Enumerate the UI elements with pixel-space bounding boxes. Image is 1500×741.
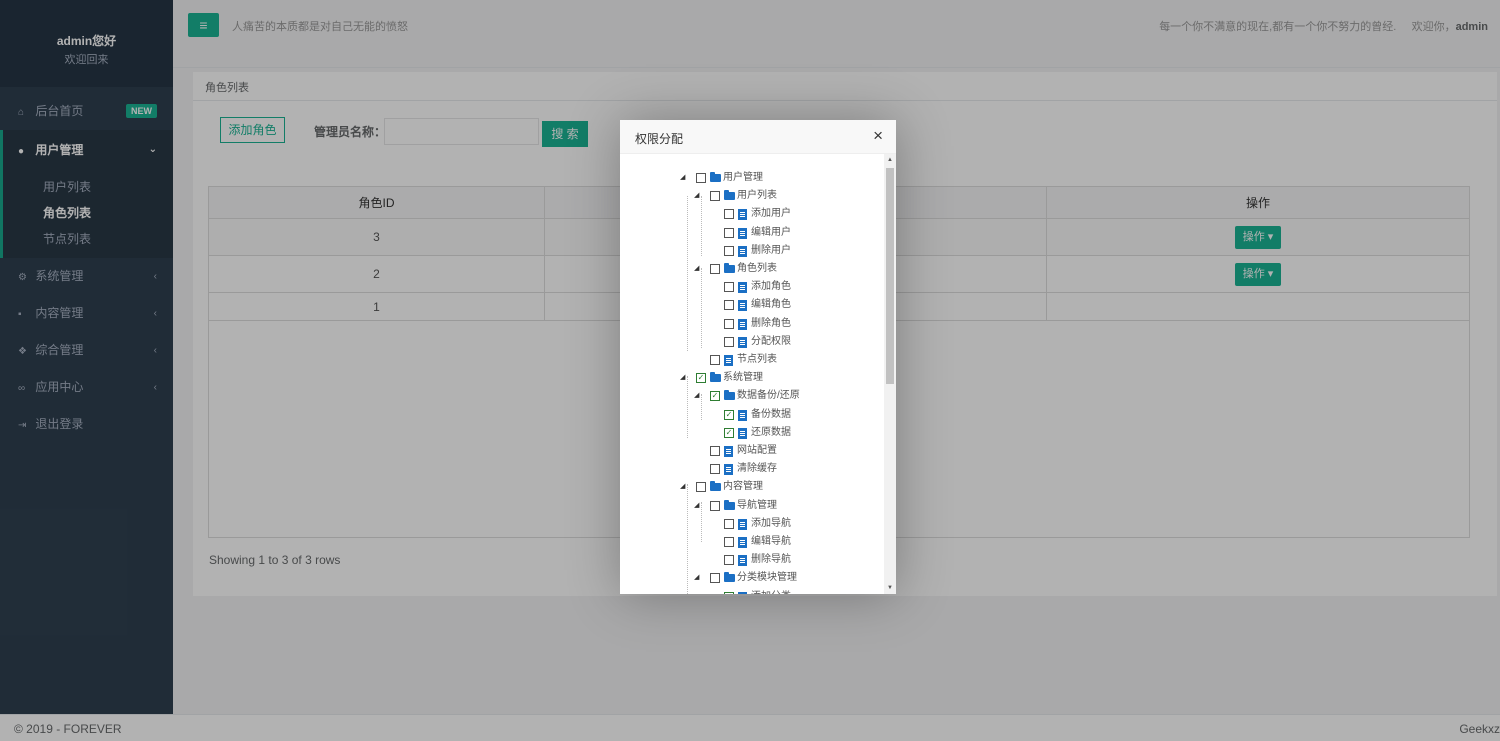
tree-node-label: 角色列表	[737, 263, 777, 274]
document-icon	[724, 464, 733, 476]
checkbox[interactable]	[710, 355, 720, 365]
expand-toggle-icon[interactable]: ◢	[680, 369, 690, 387]
checkbox[interactable]: ✓	[724, 591, 734, 594]
tree-node-label: 节点列表	[737, 354, 777, 365]
document-icon	[738, 537, 747, 548]
tree-node-label: 用户管理	[723, 172, 763, 183]
document-icon	[738, 318, 747, 330]
tree-node-label: 删除用户	[751, 244, 791, 256]
document-icon	[738, 409, 747, 421]
checkbox[interactable]	[710, 264, 720, 274]
scrollbar-thumb[interactable]	[886, 168, 894, 384]
checkbox[interactable]	[724, 555, 734, 566]
checkbox[interactable]	[724, 318, 734, 329]
checkbox[interactable]	[710, 446, 720, 456]
expand-toggle-icon[interactable]: ◢	[680, 169, 690, 187]
document-icon	[738, 245, 747, 257]
folder-icon	[724, 263, 735, 273]
checkbox[interactable]	[696, 482, 706, 493]
checkbox[interactable]	[710, 191, 720, 202]
checkbox[interactable]	[710, 573, 720, 584]
document-icon	[738, 427, 747, 439]
tree-node-label: 数据备份/还原	[737, 390, 800, 402]
document-icon	[738, 209, 747, 221]
checkbox[interactable]	[724, 227, 734, 238]
tree-node-label: 添加用户	[751, 208, 791, 220]
tree-node-label: 系统管理	[723, 372, 763, 384]
folder-icon	[710, 372, 721, 383]
modal-header: 权限分配 ×	[620, 120, 896, 154]
folder-icon	[724, 572, 735, 583]
scroll-up-icon[interactable]: ▲	[884, 154, 896, 166]
document-icon	[738, 336, 747, 348]
tree-node-label: 备份数据	[751, 408, 791, 420]
checkbox[interactable]	[710, 500, 720, 511]
document-icon	[724, 446, 733, 457]
document-icon	[738, 282, 747, 294]
expand-toggle-icon[interactable]: ◢	[694, 260, 704, 278]
document-icon	[724, 355, 733, 366]
tree-node-label: 编辑用户	[751, 226, 791, 238]
modal-scrollbar[interactable]: ▲ ▼	[884, 154, 896, 594]
expand-toggle-icon[interactable]: ◢	[694, 187, 704, 205]
tree-node-label: 添加分类	[751, 588, 791, 594]
tree-node-label: 添加导航	[751, 517, 791, 529]
checkbox[interactable]	[724, 245, 734, 256]
folder-icon	[724, 190, 735, 201]
checkbox[interactable]	[724, 282, 734, 293]
expand-toggle-icon[interactable]: ◢	[694, 497, 704, 515]
tree-node-label: 删除导航	[751, 554, 791, 566]
tree-node-label: 导航管理	[737, 499, 777, 511]
document-icon	[738, 227, 747, 239]
expand-toggle-icon[interactable]: ◢	[694, 387, 704, 405]
checkbox[interactable]	[724, 209, 734, 220]
folder-icon	[710, 481, 721, 492]
tree-node-label: 用户列表	[737, 190, 777, 202]
expand-toggle-icon[interactable]: ◢	[694, 569, 704, 587]
permission-modal: 权限分配 × ◢ 用户管理 ◢ 用户列表添加用户编辑用户删除用户 ◢ 角色列表添加角色编辑…	[620, 120, 896, 594]
scroll-down-icon[interactable]: ▼	[884, 582, 896, 594]
checkbox[interactable]: ✓	[724, 409, 734, 420]
tree-node-label: 删除角色	[751, 317, 791, 329]
modal-title: 权限分配	[635, 132, 684, 146]
document-icon	[738, 555, 747, 567]
tree-connector-line	[701, 268, 702, 348]
folder-icon	[724, 499, 735, 510]
checkbox[interactable]: ✓	[696, 373, 706, 384]
checkbox[interactable]	[724, 300, 734, 311]
checkbox[interactable]	[724, 518, 734, 529]
tree-node-label: 添加角色	[751, 281, 791, 293]
document-icon	[738, 518, 747, 530]
folder-icon	[710, 172, 721, 182]
tree-connector-line	[687, 196, 688, 351]
folder-icon	[724, 390, 735, 401]
tree-node-label: 还原数据	[751, 426, 791, 438]
close-icon[interactable]: ×	[873, 126, 883, 146]
tree-node-label: 内容管理	[723, 481, 763, 493]
permission-tree: ◢ 用户管理 ◢ 用户列表添加用户编辑用户删除用户 ◢ 角色列表添加角色编辑角色删除角色分…	[620, 154, 884, 594]
tree-node-label: 清除缓存	[737, 463, 777, 475]
document-icon	[738, 591, 747, 594]
expand-toggle-icon[interactable]: ◢	[680, 478, 690, 496]
tree-node-label: 编辑导航	[751, 536, 791, 547]
checkbox[interactable]	[710, 464, 720, 475]
checkbox[interactable]: ✓	[724, 427, 734, 438]
document-icon	[738, 300, 747, 312]
checkbox[interactable]: ✓	[710, 391, 720, 402]
tree-node-label: 编辑角色	[751, 299, 791, 311]
checkbox[interactable]	[696, 173, 706, 183]
tree-connector-line	[687, 484, 688, 594]
checkbox[interactable]	[724, 537, 734, 547]
checkbox[interactable]	[724, 336, 734, 347]
tree-node-label: 网站配置	[737, 445, 777, 456]
tree-node-label: 分类模块管理	[737, 572, 797, 584]
tree-node-label: 分配权限	[751, 335, 791, 347]
